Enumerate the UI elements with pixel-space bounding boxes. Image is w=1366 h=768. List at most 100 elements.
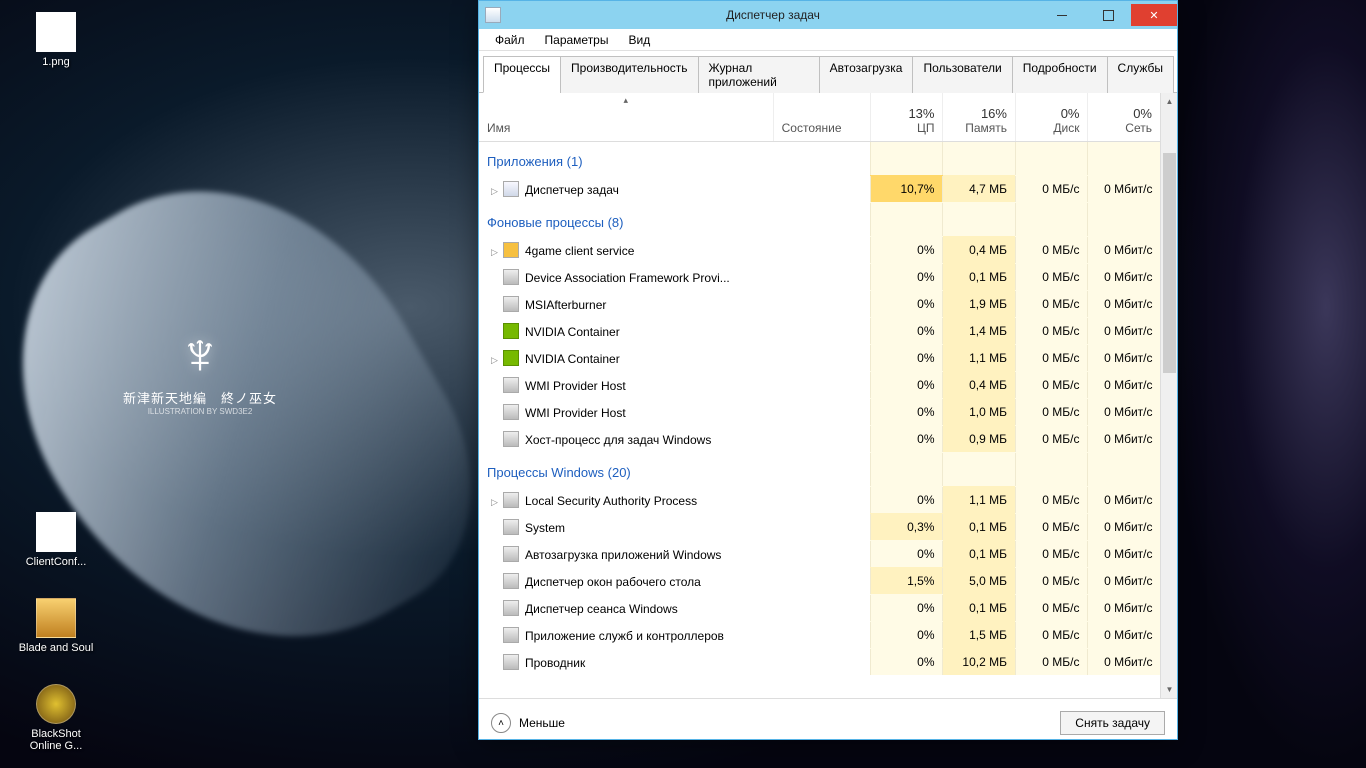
memory-cell: 1,1 МБ xyxy=(943,486,1016,513)
network-cell: 0 Мбит/с xyxy=(1088,594,1161,621)
col-network[interactable]: 0%Сеть xyxy=(1088,93,1161,141)
status-cell xyxy=(773,175,870,202)
scroll-up-icon[interactable]: ▲ xyxy=(1161,93,1177,110)
process-icon xyxy=(503,296,519,312)
memory-cell: 0,1 МБ xyxy=(943,594,1016,621)
process-name: Диспетчер окон рабочего стола xyxy=(525,575,701,589)
expand-icon[interactable]: ▷ xyxy=(491,247,503,258)
table-row[interactable]: Диспетчер окон рабочего стола1,5%5,0 МБ0… xyxy=(479,567,1161,594)
col-cpu[interactable]: 13%ЦП xyxy=(870,93,943,141)
icon-label: BlackShot Online G... xyxy=(18,728,94,752)
menu-bar: ФайлПараметрыВид xyxy=(479,29,1177,51)
memory-cell: 1,0 МБ xyxy=(943,398,1016,425)
tab[interactable]: Журнал приложений xyxy=(698,56,820,93)
app-icon xyxy=(485,7,501,23)
desktop-icon[interactable]: 1.png xyxy=(18,12,94,68)
process-icon xyxy=(503,492,519,508)
process-name: Диспетчер сеанса Windows xyxy=(525,602,678,616)
file-icon xyxy=(36,512,76,552)
tab[interactable]: Службы xyxy=(1107,56,1174,93)
network-cell: 0 Мбит/с xyxy=(1088,425,1161,452)
process-name: Приложение служб и контроллеров xyxy=(525,629,724,643)
network-cell: 0 Мбит/с xyxy=(1088,263,1161,290)
table-row[interactable]: Хост-процесс для задач Windows0%0,9 МБ0 … xyxy=(479,425,1161,452)
fewer-details-button[interactable]: ˄ Меньше xyxy=(491,713,565,733)
network-cell: 0 Мбит/с xyxy=(1088,648,1161,675)
group-header[interactable]: Приложения (1) xyxy=(479,141,1161,175)
close-button[interactable] xyxy=(1131,4,1177,26)
group-header[interactable]: Процессы Windows (20) xyxy=(479,452,1161,486)
table-row[interactable]: WMI Provider Host0%1,0 МБ0 МБ/с0 Мбит/с xyxy=(479,398,1161,425)
cpu-cell: 0% xyxy=(870,594,943,621)
expand-icon[interactable]: ▷ xyxy=(491,355,503,366)
process-icon xyxy=(503,431,519,447)
cpu-cell: 0% xyxy=(870,317,943,344)
menu-item[interactable]: Параметры xyxy=(535,31,619,49)
table-row[interactable]: ▷Диспетчер задач10,7%4,7 МБ0 МБ/с0 Мбит/… xyxy=(479,175,1161,202)
vertical-scrollbar[interactable]: ▲ ▼ xyxy=(1160,93,1177,698)
disk-cell: 0 МБ/с xyxy=(1015,317,1088,344)
table-row[interactable]: MSIAfterburner0%1,9 МБ0 МБ/с0 Мбит/с xyxy=(479,290,1161,317)
desktop-icon[interactable]: ClientConf... xyxy=(18,512,94,568)
disk-cell: 0 МБ/с xyxy=(1015,175,1088,202)
cpu-cell: 0% xyxy=(870,398,943,425)
maximize-button[interactable] xyxy=(1085,4,1131,26)
minimize-button[interactable] xyxy=(1039,4,1085,26)
process-icon xyxy=(503,600,519,616)
memory-cell: 1,5 МБ xyxy=(943,621,1016,648)
table-row[interactable]: ▷Local Security Authority Process0%1,1 М… xyxy=(479,486,1161,513)
tab[interactable]: Подробности xyxy=(1012,56,1108,93)
status-cell xyxy=(773,540,870,567)
cpu-cell: 0% xyxy=(870,648,943,675)
table-row[interactable]: Приложение служб и контроллеров0%1,5 МБ0… xyxy=(479,621,1161,648)
memory-cell: 0,4 МБ xyxy=(943,236,1016,263)
table-row[interactable]: Диспетчер сеанса Windows0%0,1 МБ0 МБ/с0 … xyxy=(479,594,1161,621)
table-row[interactable]: ▷NVIDIA Container0%1,1 МБ0 МБ/с0 Мбит/с xyxy=(479,344,1161,371)
col-disk[interactable]: 0%Диск xyxy=(1015,93,1088,141)
table-row[interactable]: ▷4game client service0%0,4 МБ0 МБ/с0 Мби… xyxy=(479,236,1161,263)
tab[interactable]: Производительность xyxy=(560,56,698,93)
process-name: Local Security Authority Process xyxy=(525,494,697,508)
cpu-cell: 0% xyxy=(870,540,943,567)
table-row[interactable]: Проводник0%10,2 МБ0 МБ/с0 Мбит/с xyxy=(479,648,1161,675)
tab[interactable]: Процессы xyxy=(483,56,561,93)
scroll-down-icon[interactable]: ▼ xyxy=(1161,681,1177,698)
desktop-icon[interactable]: BlackShot Online G... xyxy=(18,684,94,752)
tab[interactable]: Автозагрузка xyxy=(819,56,914,93)
network-cell: 0 Мбит/с xyxy=(1088,621,1161,648)
memory-cell: 1,4 МБ xyxy=(943,317,1016,344)
memory-cell: 4,7 МБ xyxy=(943,175,1016,202)
status-cell xyxy=(773,263,870,290)
table-row[interactable]: WMI Provider Host0%0,4 МБ0 МБ/с0 Мбит/с xyxy=(479,371,1161,398)
menu-item[interactable]: Файл xyxy=(485,31,535,49)
status-cell xyxy=(773,236,870,263)
group-header[interactable]: Фоновые процессы (8) xyxy=(479,202,1161,236)
expand-icon[interactable]: ▷ xyxy=(491,186,503,197)
table-row[interactable]: Автозагрузка приложений Windows0%0,1 МБ0… xyxy=(479,540,1161,567)
disk-cell: 0 МБ/с xyxy=(1015,486,1088,513)
process-icon xyxy=(503,350,519,366)
scroll-thumb[interactable] xyxy=(1163,153,1176,373)
table-row[interactable]: System0,3%0,1 МБ0 МБ/с0 Мбит/с xyxy=(479,513,1161,540)
process-icon xyxy=(503,269,519,285)
col-name[interactable]: Имя xyxy=(479,93,773,141)
disk-cell: 0 МБ/с xyxy=(1015,236,1088,263)
disk-cell: 0 МБ/с xyxy=(1015,567,1088,594)
process-name: Device Association Framework Provi... xyxy=(525,271,730,285)
col-memory[interactable]: 16%Память xyxy=(943,93,1016,141)
menu-item[interactable]: Вид xyxy=(618,31,660,49)
table-row[interactable]: NVIDIA Container0%1,4 МБ0 МБ/с0 Мбит/с xyxy=(479,317,1161,344)
status-cell xyxy=(773,486,870,513)
tab[interactable]: Пользователи xyxy=(912,56,1012,93)
cpu-cell: 0% xyxy=(870,425,943,452)
cpu-cell: 10,7% xyxy=(870,175,943,202)
network-cell: 0 Мбит/с xyxy=(1088,398,1161,425)
cpu-cell: 1,5% xyxy=(870,567,943,594)
titlebar[interactable]: Диспетчер задач xyxy=(479,1,1177,29)
expand-icon[interactable]: ▷ xyxy=(491,497,503,508)
col-status[interactable]: Состояние xyxy=(773,93,870,141)
desktop-icon[interactable]: Blade and Soul xyxy=(18,598,94,654)
table-row[interactable]: Device Association Framework Provi...0%0… xyxy=(479,263,1161,290)
end-task-button[interactable]: Снять задачу xyxy=(1060,711,1165,735)
icon-label: ClientConf... xyxy=(18,556,94,568)
